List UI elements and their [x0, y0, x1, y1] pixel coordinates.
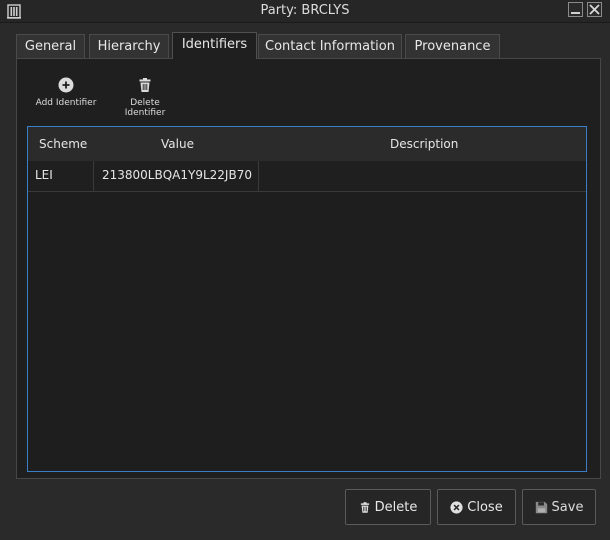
cell-scheme[interactable]: LEI	[28, 161, 94, 191]
add-identifier-button[interactable]: Add Identifier	[35, 77, 97, 108]
tab-general[interactable]: General	[16, 34, 85, 58]
cell-value[interactable]: 213800LBQA1Y9L22JB70	[94, 161, 259, 191]
close-button-label: Close	[467, 499, 503, 515]
delete-identifier-button[interactable]: Delete Identifier	[109, 77, 181, 118]
add-identifier-label: Add Identifier	[35, 98, 97, 108]
trash-icon	[139, 78, 151, 92]
column-header-description[interactable]: Description	[390, 137, 458, 151]
delete-button-label: Delete	[374, 499, 418, 515]
tab-provenance[interactable]: Provenance	[405, 34, 500, 58]
delete-identifier-label: Delete Identifier	[124, 98, 166, 118]
delete-button[interactable]: Delete	[345, 489, 431, 525]
table-row[interactable]: LEI 213800LBQA1Y9L22JB70	[28, 161, 586, 192]
minimize-button[interactable]	[568, 2, 583, 17]
tab-contact-information[interactable]: Contact Information	[258, 34, 402, 58]
tab-identifiers[interactable]: Identifiers	[172, 32, 257, 59]
save-button[interactable]: Save	[522, 489, 596, 525]
window-title: Party: BRCLYS	[260, 3, 350, 18]
save-button-label: Save	[551, 499, 584, 515]
plus-circle-icon	[58, 77, 74, 93]
window-titlebar: Party: BRCLYS	[0, 0, 610, 23]
close-button[interactable]: Close	[437, 489, 516, 525]
table-header: Scheme Value Description	[28, 127, 586, 162]
x-circle-icon	[450, 500, 463, 514]
tab-hierarchy[interactable]: Hierarchy	[89, 34, 169, 58]
close-window-button[interactable]	[587, 2, 602, 17]
close-icon	[589, 4, 600, 15]
trash-icon	[360, 501, 369, 513]
floppy-disk-icon	[535, 501, 547, 513]
column-header-value[interactable]: Value	[161, 137, 194, 151]
cell-description[interactable]	[259, 161, 586, 191]
identifiers-panel: Add Identifier Delete Identifier Scheme …	[16, 58, 601, 479]
identifiers-table[interactable]: Scheme Value Description LEI 213800LBQA1…	[27, 126, 587, 472]
column-header-scheme[interactable]: Scheme	[39, 137, 87, 151]
